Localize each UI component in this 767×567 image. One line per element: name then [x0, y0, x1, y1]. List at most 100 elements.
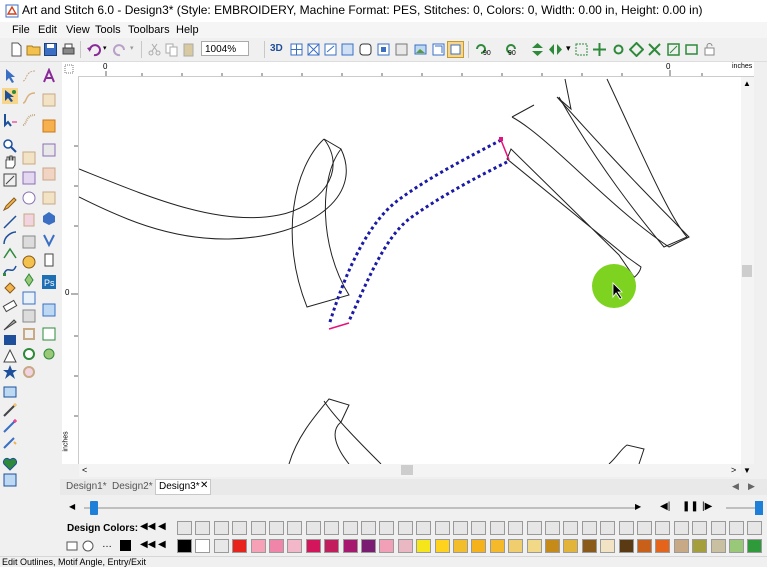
- thread-color-swatch[interactable]: [527, 539, 542, 553]
- kaleidoscope-icon[interactable]: [629, 42, 644, 57]
- tab-scroll-right-icon[interactable]: ▶: [748, 481, 755, 492]
- design-color-slot[interactable]: [527, 521, 542, 535]
- design-color-slot[interactable]: [674, 521, 689, 535]
- thread-color-swatch[interactable]: [711, 539, 726, 553]
- lettering-tool-icon[interactable]: [2, 472, 18, 488]
- palette-prev-icon[interactable]: ◀◀: [140, 539, 155, 550]
- design-color-slot[interactable]: [361, 521, 376, 535]
- scroll-up-arrow-icon[interactable]: ▲: [743, 79, 751, 88]
- thread-color-swatch[interactable]: [490, 539, 505, 553]
- star-tool-icon[interactable]: [2, 364, 18, 380]
- thread-color-swatch[interactable]: [379, 539, 394, 553]
- menu-view[interactable]: View: [66, 24, 90, 36]
- thread-color-swatch[interactable]: [582, 539, 597, 553]
- thread-color-swatch[interactable]: [416, 539, 431, 553]
- group-icon[interactable]: [647, 42, 662, 57]
- lock-icon[interactable]: [684, 42, 699, 57]
- line-tool-icon[interactable]: [2, 214, 18, 230]
- embossed-icon[interactable]: [21, 290, 37, 306]
- fill-pattern-2-icon[interactable]: [21, 170, 37, 186]
- paint-bucket-icon[interactable]: [2, 280, 18, 296]
- speed-slider-track[interactable]: [726, 507, 756, 509]
- thread-color-swatch[interactable]: [343, 539, 358, 553]
- design-color-slot[interactable]: [747, 521, 762, 535]
- flip-vertical-icon[interactable]: [530, 42, 545, 57]
- stitch-slider-track[interactable]: [84, 507, 636, 509]
- photoshop-import-icon[interactable]: Ps: [41, 274, 57, 290]
- redo-icon[interactable]: [113, 42, 128, 57]
- thread-color-swatch[interactable]: [674, 539, 689, 553]
- thread-color-swatch[interactable]: [214, 539, 229, 553]
- thread-color-swatch[interactable]: [287, 539, 302, 553]
- slider-end-arrow-icon[interactable]: ▶: [635, 502, 641, 511]
- thread-color-swatch[interactable]: [195, 539, 210, 553]
- design-colors-back-icon[interactable]: ◀: [158, 521, 166, 532]
- design-color-slot[interactable]: [545, 521, 560, 535]
- thread-color-swatch[interactable]: [269, 539, 284, 553]
- design-color-slot[interactable]: [563, 521, 578, 535]
- node-tool-icon[interactable]: [2, 262, 18, 278]
- scroll-down-arrow-icon[interactable]: ▼: [743, 466, 751, 475]
- design-color-slot[interactable]: [435, 521, 450, 535]
- design-color-slot[interactable]: [508, 521, 523, 535]
- knife-icon[interactable]: [2, 316, 18, 332]
- design-color-slot[interactable]: [655, 521, 670, 535]
- fill-icon[interactable]: [41, 118, 57, 134]
- thread-color-swatch[interactable]: [729, 539, 744, 553]
- undo-dropdown-icon[interactable]: ▾: [103, 44, 107, 52]
- palette-more-icon[interactable]: …: [102, 539, 112, 550]
- design-colors-prev-icon[interactable]: ◀◀: [140, 521, 155, 532]
- measure-icon[interactable]: [2, 172, 18, 188]
- magic-wand-icon[interactable]: [2, 402, 18, 418]
- thread-color-swatch[interactable]: [361, 539, 376, 553]
- edit-stitch-tool-icon[interactable]: [2, 112, 18, 128]
- fringe-icon[interactable]: [21, 346, 37, 362]
- monogram-icon[interactable]: [41, 92, 57, 108]
- palette-settings-icon[interactable]: [66, 541, 78, 551]
- palette-back-icon[interactable]: ◀: [158, 539, 166, 550]
- vector-icon[interactable]: [41, 232, 57, 248]
- design-color-slot[interactable]: [453, 521, 468, 535]
- lettering-icon[interactable]: [41, 68, 57, 84]
- menu-file[interactable]: File: [12, 24, 30, 36]
- align-center-icon[interactable]: [574, 42, 589, 57]
- flip-horizontal-icon[interactable]: [548, 42, 563, 57]
- thread-color-swatch[interactable]: [435, 539, 450, 553]
- curve-tool-icon[interactable]: [2, 230, 18, 246]
- align-dropdown-icon[interactable]: ▾: [566, 43, 571, 54]
- heart-shape-icon[interactable]: [2, 456, 18, 472]
- show-picture-icon[interactable]: [413, 42, 428, 57]
- design-color-slot[interactable]: [232, 521, 247, 535]
- slider-start-arrow-icon[interactable]: ◀: [69, 502, 75, 511]
- design-color-slot[interactable]: [324, 521, 339, 535]
- picture-tool-icon[interactable]: [2, 384, 18, 400]
- decorative-fill-icon[interactable]: [21, 364, 37, 380]
- ellipse-tool-icon[interactable]: [2, 348, 18, 364]
- thread-color-swatch[interactable]: [471, 539, 486, 553]
- copy-icon[interactable]: [164, 42, 179, 57]
- border-icon[interactable]: [21, 326, 37, 342]
- design-color-slot[interactable]: [195, 521, 210, 535]
- scroll-right-arrow-icon[interactable]: >: [731, 465, 736, 475]
- thread-color-swatch[interactable]: [306, 539, 321, 553]
- stitch-slider-thumb[interactable]: [90, 501, 98, 515]
- menu-edit[interactable]: Edit: [38, 24, 57, 36]
- pause-icon[interactable]: ❚❚: [682, 501, 699, 512]
- design-color-slot[interactable]: [711, 521, 726, 535]
- thread-color-swatch[interactable]: [453, 539, 468, 553]
- design-color-slot[interactable]: [343, 521, 358, 535]
- radial-fill-icon[interactable]: [41, 142, 57, 158]
- fill-pattern-1-icon[interactable]: [21, 150, 37, 166]
- paste-icon[interactable]: [181, 42, 196, 57]
- redo-dropdown-icon[interactable]: ▾: [130, 44, 134, 52]
- design-color-slot[interactable]: [251, 521, 266, 535]
- pan-hand-icon[interactable]: [2, 154, 18, 170]
- stamp-icon[interactable]: [41, 252, 57, 268]
- edit-outline-tool-icon[interactable]: [2, 88, 18, 104]
- thread-color-swatch[interactable]: [398, 539, 413, 553]
- design-color-slot[interactable]: [269, 521, 284, 535]
- thread-color-swatch[interactable]: [619, 539, 634, 553]
- design-color-slot[interactable]: [490, 521, 505, 535]
- step-back-icon[interactable]: ◀|: [660, 501, 670, 512]
- design-color-slot[interactable]: [398, 521, 413, 535]
